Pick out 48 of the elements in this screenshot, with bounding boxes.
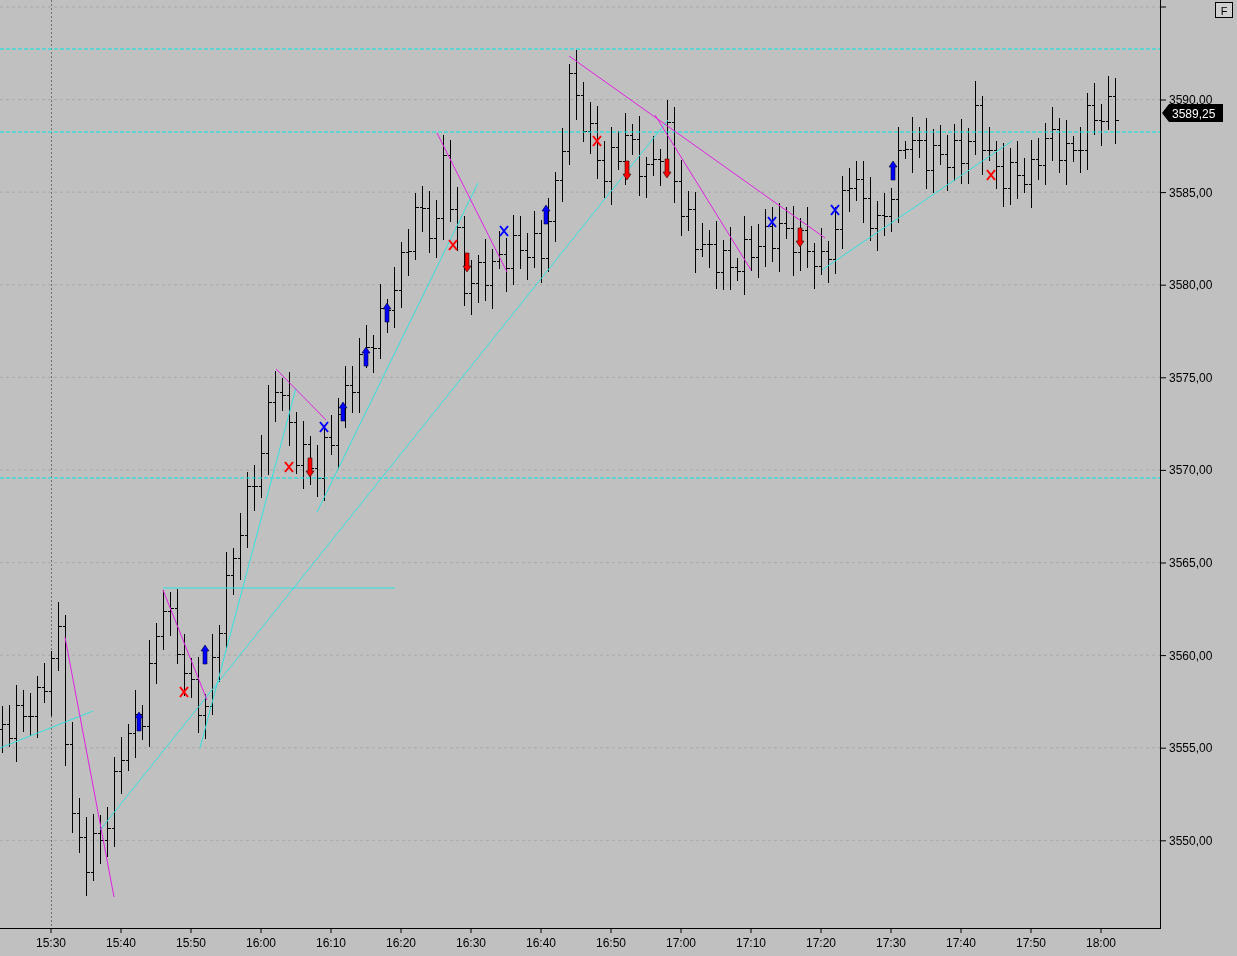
time-label: 17:30	[876, 936, 906, 950]
up-arrow-icon	[888, 160, 898, 181]
time-label: 17:40	[946, 936, 976, 950]
cross-icon	[179, 686, 189, 698]
up-arrow-icon	[361, 346, 371, 367]
time-label: 15:40	[106, 936, 136, 950]
down-arrow-icon	[662, 158, 672, 179]
cross-icon	[830, 204, 840, 216]
time-label: 17:20	[806, 936, 836, 950]
time-label: 16:50	[596, 936, 626, 950]
up-arrow-icon	[200, 644, 210, 665]
down-arrow-icon	[622, 160, 632, 181]
down-arrow-icon	[305, 457, 315, 478]
time-label: 17:10	[736, 936, 766, 950]
cross-icon	[499, 225, 509, 237]
cross-icon	[448, 239, 458, 251]
up-arrow-icon	[541, 204, 551, 225]
cross-icon	[986, 169, 996, 181]
price-label: 3580,00	[1169, 278, 1213, 293]
price-label: 3585,00	[1169, 185, 1213, 200]
price-label: 3570,00	[1169, 463, 1213, 478]
time-label: 16:20	[386, 936, 416, 950]
time-label: 16:30	[456, 936, 486, 950]
down-arrow-icon	[795, 227, 805, 248]
down-arrow-icon	[462, 252, 472, 273]
up-arrow-icon	[338, 401, 348, 422]
price-label: 3590,00	[1169, 93, 1213, 107]
cross-icon	[319, 421, 329, 433]
price-label: 3550,00	[1169, 833, 1213, 848]
price-label: 3565,00	[1169, 556, 1213, 570]
price-label: 3560,00	[1169, 648, 1213, 663]
up-arrow-icon	[134, 711, 144, 732]
time-label: 18:00	[1086, 936, 1116, 950]
time-label: 16:00	[246, 936, 276, 950]
time-label: 15:50	[176, 936, 206, 950]
last-price-tag: 3589,25	[1162, 104, 1223, 122]
cross-icon	[767, 216, 777, 228]
cross-icon	[592, 135, 602, 147]
up-arrow-icon	[382, 302, 392, 323]
corner-button[interactable]: F	[1215, 2, 1233, 18]
price-label: 3555,00	[1169, 741, 1213, 756]
time-label: 17:50	[1016, 936, 1046, 950]
price-label: 3575,00	[1169, 370, 1213, 385]
time-label: 16:40	[526, 936, 556, 950]
time-label: 17:00	[666, 936, 696, 950]
time-label: 15:30	[36, 936, 66, 950]
time-label: 16:10	[316, 936, 346, 950]
cross-icon	[284, 461, 294, 473]
